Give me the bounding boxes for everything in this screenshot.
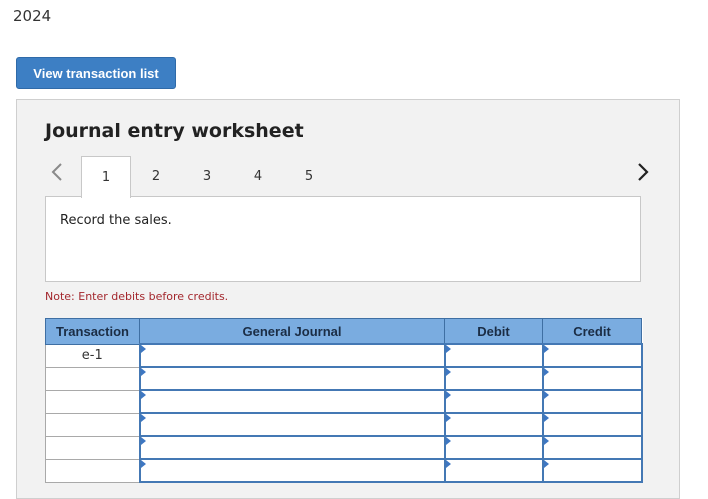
- chevron-left-icon[interactable]: [47, 160, 67, 184]
- general-journal-input[interactable]: [138, 412, 446, 437]
- column-header-transaction: Transaction: [45, 318, 140, 345]
- dropdown-marker-icon: [543, 391, 549, 399]
- credit-input[interactable]: [541, 366, 643, 391]
- dropdown-marker-icon: [140, 345, 146, 353]
- transaction-cell: [45, 412, 140, 437]
- tab-label: 1: [101, 170, 111, 185]
- dropdown-marker-icon: [543, 460, 549, 468]
- table-row: [45, 366, 643, 391]
- debit-input[interactable]: [443, 458, 544, 483]
- journal-table: Transaction General Journal Debit Credit…: [45, 318, 643, 483]
- column-header-debit: Debit: [444, 318, 543, 345]
- dropdown-marker-icon: [445, 391, 451, 399]
- credit-input[interactable]: [541, 435, 643, 460]
- dropdown-marker-icon: [445, 345, 451, 353]
- debit-input[interactable]: [443, 366, 544, 391]
- general-journal-input[interactable]: [138, 389, 446, 414]
- table-row: [45, 435, 643, 460]
- transaction-cell: [45, 435, 140, 460]
- credit-input[interactable]: [541, 343, 643, 368]
- tab-label: 4: [253, 168, 263, 184]
- dropdown-marker-icon: [140, 437, 146, 445]
- worksheet-title: Journal entry worksheet: [45, 120, 304, 142]
- dropdown-marker-icon: [445, 437, 451, 445]
- prompt-box: Record the sales.: [45, 196, 641, 282]
- dropdown-marker-icon: [543, 368, 549, 376]
- view-transaction-list-button[interactable]: View transaction list: [16, 57, 176, 89]
- note-text: Note: Enter debits before credits.: [45, 290, 229, 303]
- table-row: [45, 389, 643, 414]
- general-journal-input[interactable]: [138, 458, 446, 483]
- table-header-row: Transaction General Journal Debit Credit: [45, 318, 642, 345]
- transaction-cell: [45, 366, 140, 391]
- tab-label: 2: [151, 168, 161, 184]
- column-header-credit: Credit: [542, 318, 642, 345]
- credit-input[interactable]: [541, 458, 643, 483]
- table-row: [45, 412, 643, 437]
- credit-input[interactable]: [541, 389, 643, 414]
- transaction-cell: e-1: [45, 343, 140, 368]
- transaction-cell: [45, 389, 140, 414]
- prompt-text: Record the sales.: [60, 213, 172, 228]
- dropdown-marker-icon: [140, 414, 146, 422]
- general-journal-input[interactable]: [138, 366, 446, 391]
- dropdown-marker-icon: [140, 368, 146, 376]
- credit-input[interactable]: [541, 412, 643, 437]
- dropdown-marker-icon: [543, 437, 549, 445]
- chevron-right-icon[interactable]: [633, 160, 653, 184]
- dropdown-marker-icon: [140, 391, 146, 399]
- column-header-general-journal: General Journal: [139, 318, 445, 345]
- tab-4[interactable]: 4: [233, 156, 283, 196]
- dropdown-marker-icon: [543, 345, 549, 353]
- dropdown-marker-icon: [543, 414, 549, 422]
- tab-3[interactable]: 3: [182, 156, 232, 196]
- debit-input[interactable]: [443, 412, 544, 437]
- dropdown-marker-icon: [140, 460, 146, 468]
- debit-input[interactable]: [443, 435, 544, 460]
- tab-label: 5: [304, 168, 314, 184]
- table-row: e-1: [45, 343, 643, 368]
- tab-1[interactable]: 1: [81, 156, 131, 198]
- tab-5[interactable]: 5: [284, 156, 334, 196]
- transaction-cell: [45, 458, 140, 483]
- dropdown-marker-icon: [445, 460, 451, 468]
- general-journal-input[interactable]: [138, 435, 446, 460]
- tab-label: 3: [202, 168, 212, 184]
- general-journal-input[interactable]: [138, 343, 446, 368]
- debit-input[interactable]: [443, 343, 544, 368]
- dropdown-marker-icon: [445, 414, 451, 422]
- dropdown-marker-icon: [445, 368, 451, 376]
- table-row: [45, 458, 643, 483]
- tab-2[interactable]: 2: [131, 156, 181, 196]
- year-label: 2024: [13, 7, 52, 25]
- debit-input[interactable]: [443, 389, 544, 414]
- journal-entry-worksheet-panel: Journal entry worksheet 1 2 3 4 5 Record…: [16, 99, 680, 499]
